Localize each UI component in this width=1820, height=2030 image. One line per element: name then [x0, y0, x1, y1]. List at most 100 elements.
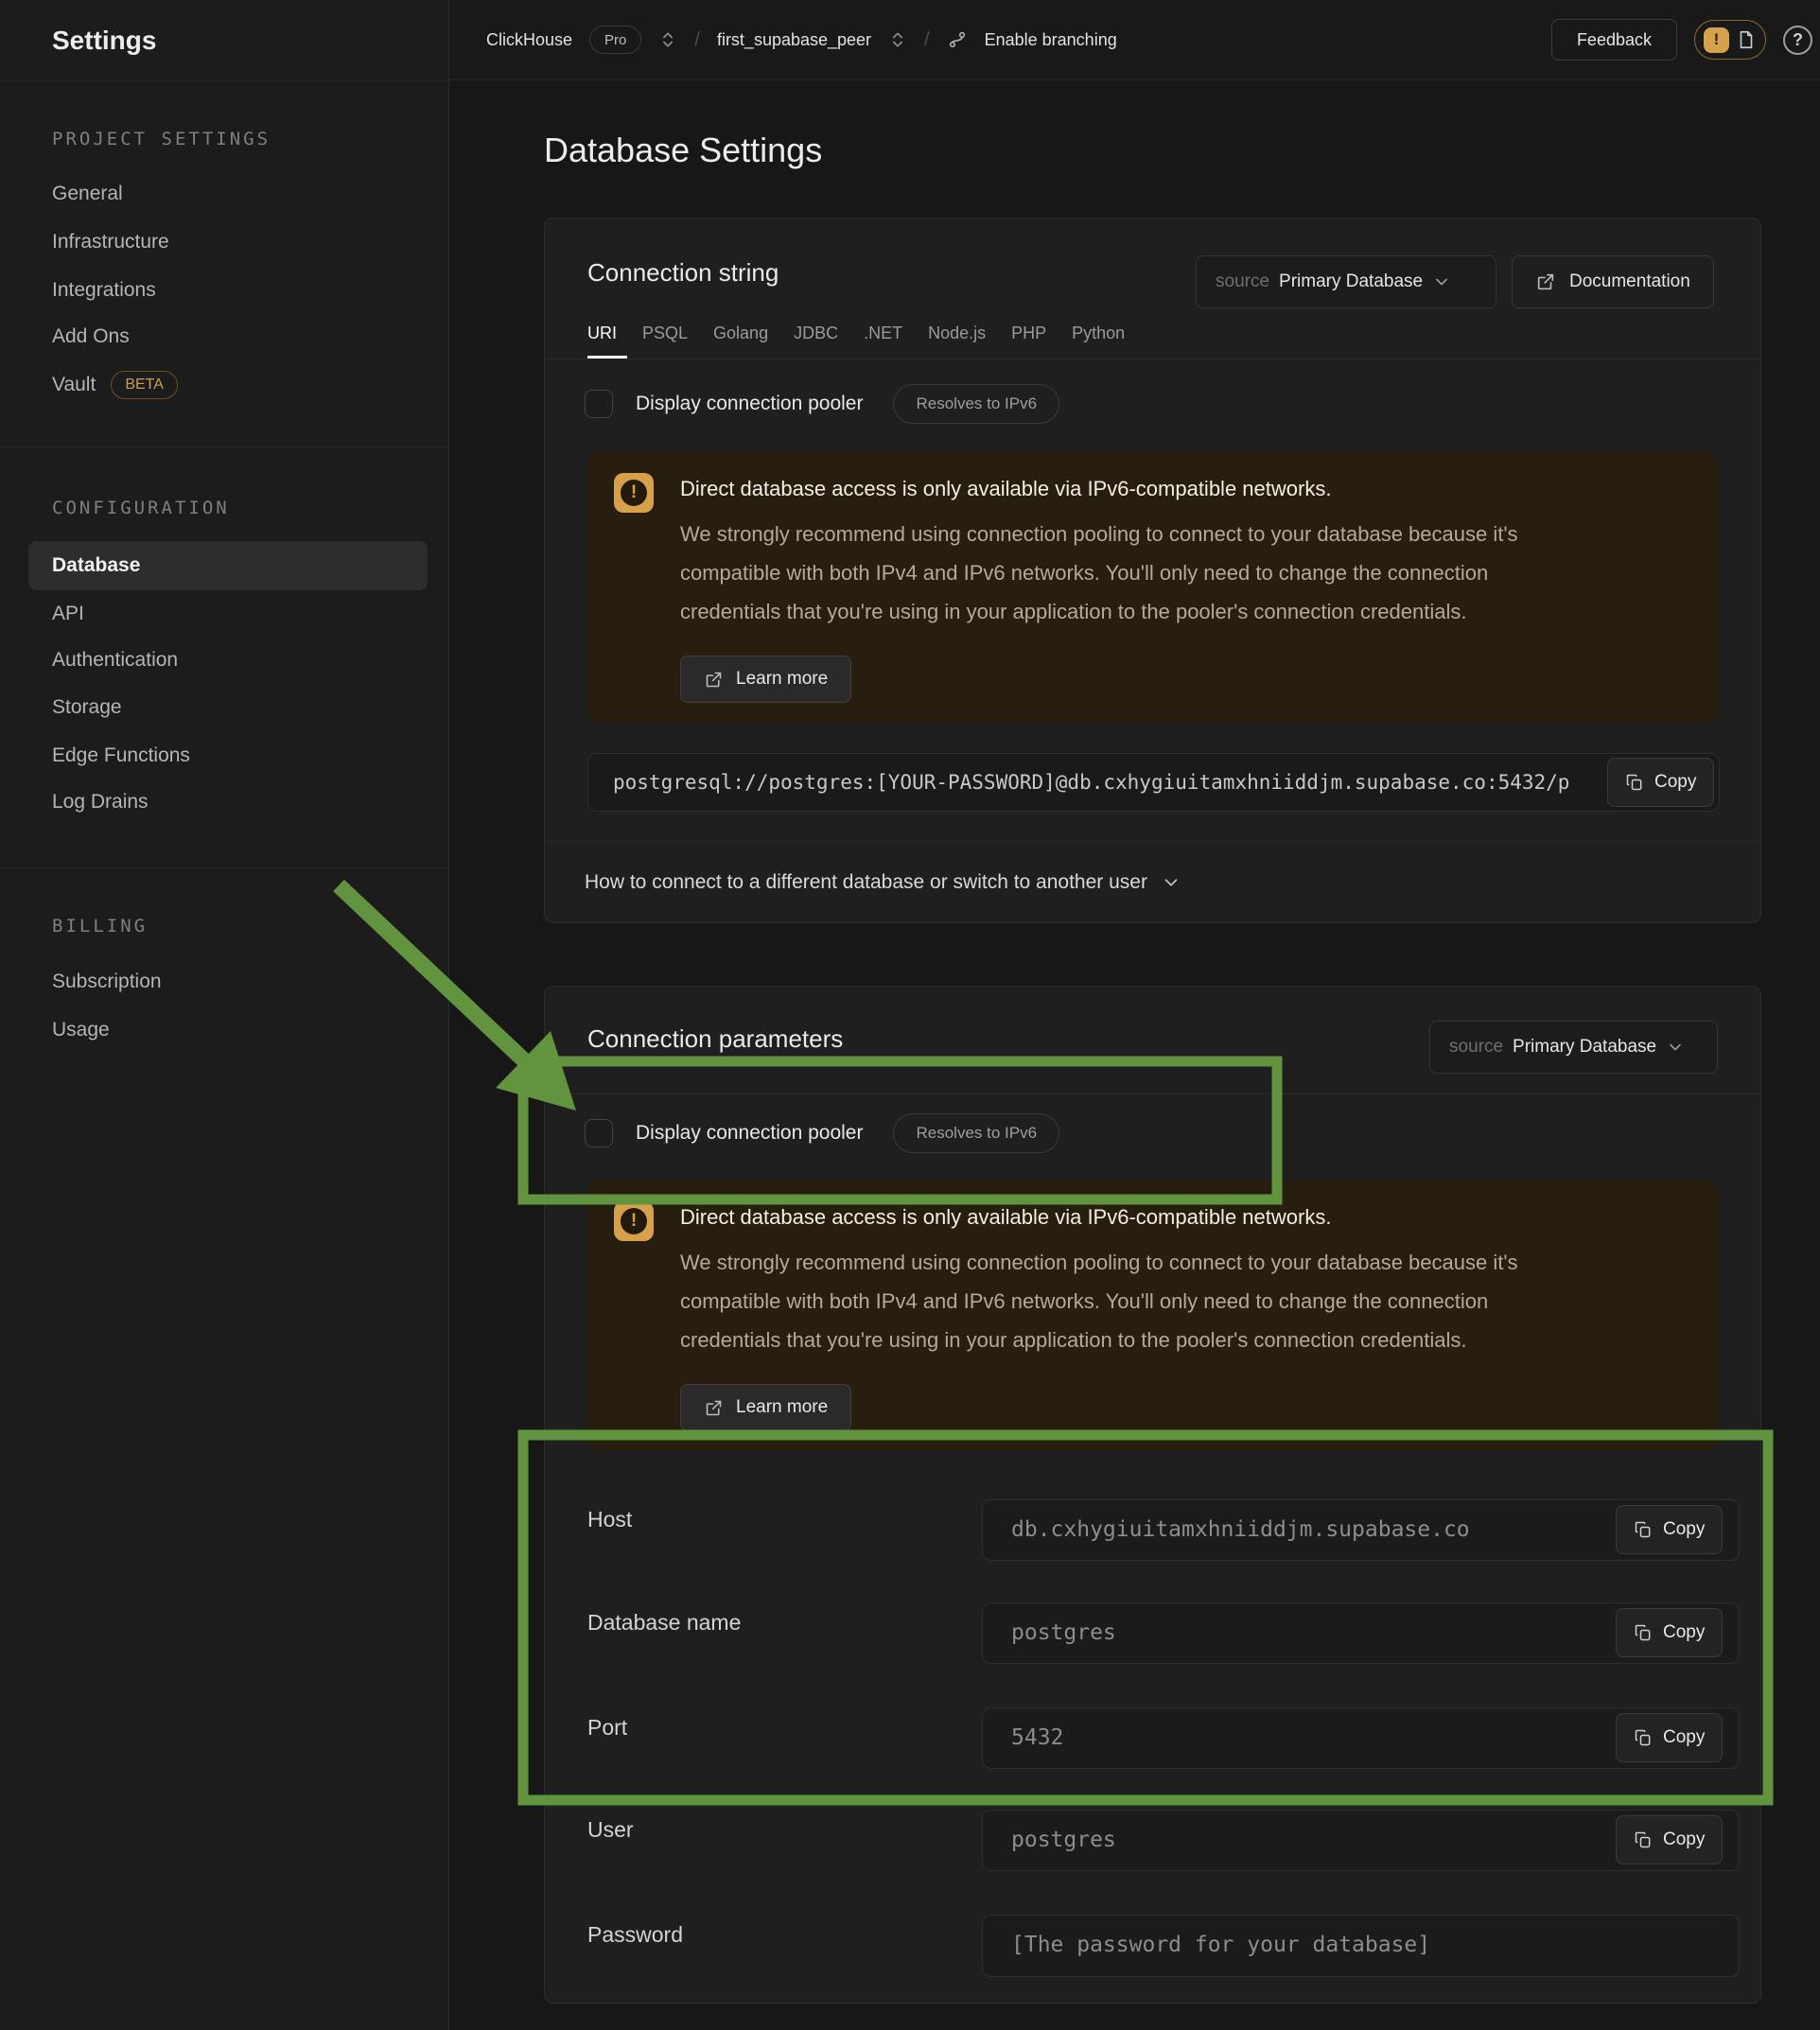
copy-label: Copy [1663, 1622, 1705, 1643]
copy-label: Copy [1654, 772, 1696, 793]
sidebar-item-storage[interactable]: Storage [52, 689, 122, 726]
connection-string-value[interactable]: postgresql://postgres:[YOUR-PASSWORD]@db… [587, 753, 1720, 812]
source-select-label: source [1216, 271, 1269, 292]
copy-icon [1634, 1728, 1653, 1747]
warning-icon: ! [614, 1201, 654, 1241]
exclamation-glyph: ! [621, 480, 647, 506]
sidebar-item-edge-functions[interactable]: Edge Functions [52, 737, 190, 775]
port-label: Port [587, 1707, 627, 1747]
enable-branching-button[interactable]: Enable branching [985, 30, 1117, 50]
host-label: Host [587, 1499, 632, 1539]
settings-sidebar: Settings PROJECT SETTINGS General Infras… [0, 0, 449, 2030]
ipv6-warning-banner: ! Direct database access is only availab… [587, 452, 1720, 723]
documentation-button[interactable]: Documentation [1512, 255, 1714, 308]
tab-golang[interactable]: Golang [713, 324, 768, 343]
warning-body-line: credentials that you're using in your ap… [680, 1321, 1518, 1359]
help-icon[interactable]: ? [1783, 26, 1812, 55]
sidebar-item-database[interactable]: Database [28, 541, 428, 590]
warning-body: We strongly recommend using connection p… [680, 1243, 1518, 1359]
tab-jdbc[interactable]: JDBC [794, 324, 838, 343]
learn-more-label: Learn more [736, 1397, 828, 1418]
sidebar-item-usage[interactable]: Usage [52, 1011, 110, 1049]
display-pooler-row: Display connection pooler Resolves to IP… [585, 1106, 1059, 1161]
tab-php[interactable]: PHP [1011, 324, 1046, 343]
password-value[interactable]: [The password for your database] [982, 1915, 1740, 1977]
section-label-project-settings: PROJECT SETTINGS [52, 129, 271, 149]
password-label: Password [587, 1915, 683, 1954]
sidebar-item-authentication[interactable]: Authentication [52, 641, 178, 679]
connection-string-title: Connection string [587, 258, 779, 288]
connect-different-database-label: How to connect to a different database o… [585, 871, 1147, 894]
copy-label: Copy [1663, 1829, 1705, 1850]
learn-more-button[interactable]: Learn more [680, 1384, 851, 1431]
documentation-label: Documentation [1569, 271, 1690, 292]
tab-psql[interactable]: PSQL [642, 324, 688, 343]
copy-icon [1634, 1623, 1653, 1642]
learn-more-button[interactable]: Learn more [680, 656, 851, 703]
tab-nodejs[interactable]: Node.js [928, 324, 986, 343]
source-select-value: Primary Database [1513, 1037, 1656, 1058]
sidebar-item-subscription[interactable]: Subscription [52, 963, 162, 1001]
copy-icon [1625, 773, 1644, 792]
document-icon [1736, 29, 1757, 50]
org-name[interactable]: ClickHouse [486, 30, 572, 50]
copy-icon [1634, 1520, 1653, 1539]
warning-body-line: compatible with both IPv4 and IPv6 netwo… [680, 1282, 1518, 1321]
warning-title: Direct database access is only available… [680, 1205, 1331, 1230]
source-select[interactable]: source Primary Database [1196, 255, 1496, 308]
sidebar-item-log-drains[interactable]: Log Drains [52, 783, 149, 821]
copy-user-button[interactable]: Copy [1616, 1815, 1723, 1864]
alert-icon: ! [1704, 27, 1729, 53]
sidebar-title: Settings [52, 0, 156, 80]
project-name[interactable]: first_supabase_peer [717, 30, 871, 50]
tab-python[interactable]: Python [1072, 324, 1125, 343]
connection-parameters-card: Connection parameters source Primary Dat… [544, 986, 1761, 2004]
display-pooler-label: Display connection pooler [636, 393, 863, 415]
display-connection-pooler-checkbox[interactable] [585, 390, 613, 418]
feedback-button[interactable]: Feedback [1551, 19, 1677, 61]
copy-icon [1634, 1830, 1653, 1849]
copy-connection-string-button[interactable]: Copy [1607, 758, 1714, 807]
display-pooler-row: Display connection pooler Resolves to IP… [585, 376, 1059, 431]
sidebar-item-add-ons[interactable]: Add Ons [52, 318, 130, 356]
plan-badge: Pro [589, 26, 641, 54]
warning-body-line: We strongly recommend using connection p… [680, 1243, 1518, 1282]
external-link-icon [704, 670, 724, 690]
warning-icon: ! [614, 473, 654, 513]
copy-database-name-button[interactable]: Copy [1616, 1608, 1723, 1657]
card-divider [545, 841, 1760, 842]
external-link-icon [704, 1398, 724, 1418]
connection-parameters-title: Connection parameters [587, 1024, 843, 1054]
database-name-label: Database name [587, 1602, 741, 1642]
display-connection-pooler-checkbox[interactable] [585, 1119, 613, 1147]
connect-different-database-toggle[interactable]: How to connect to a different database o… [585, 854, 1181, 911]
sidebar-item-infrastructure[interactable]: Infrastructure [52, 223, 169, 261]
ipv6-warning-banner: ! Direct database access is only availab… [587, 1181, 1720, 1451]
chevrons-up-down-icon[interactable] [658, 30, 677, 49]
top-bar: ClickHouse Pro / first_supabase_peer / E… [449, 0, 1820, 80]
chevron-down-icon [1666, 1038, 1685, 1057]
page-title: Database Settings [544, 131, 822, 170]
tab-dotnet[interactable]: .NET [864, 324, 902, 343]
section-label-billing: BILLING [52, 916, 148, 936]
tab-uri[interactable]: URI [587, 324, 617, 343]
source-select[interactable]: source Primary Database [1429, 1021, 1718, 1074]
chevron-down-icon [1432, 272, 1451, 291]
sidebar-item-integrations[interactable]: Integrations [52, 271, 156, 309]
sidebar-item-api[interactable]: API [52, 595, 84, 633]
sidebar-item-vault[interactable]: Vault BETA [52, 366, 178, 404]
copy-host-button[interactable]: Copy [1616, 1505, 1723, 1554]
git-branch-icon [947, 29, 968, 50]
chevrons-up-down-icon[interactable] [888, 30, 907, 49]
database-settings-page: Settings PROJECT SETTINGS General Infras… [0, 0, 1820, 2030]
copy-label: Copy [1663, 1519, 1705, 1540]
resolves-ipv6-badge: Resolves to IPv6 [893, 384, 1059, 424]
notification-status-pill[interactable]: ! [1694, 20, 1766, 60]
source-select-label: source [1449, 1037, 1503, 1058]
copy-port-button[interactable]: Copy [1616, 1713, 1723, 1762]
source-select-value: Primary Database [1279, 271, 1423, 292]
breadcrumb-separator: / [694, 29, 700, 51]
sidebar-item-general[interactable]: General [52, 175, 123, 213]
sidebar-item-label: Vault [52, 366, 96, 404]
external-link-icon [1535, 271, 1556, 292]
